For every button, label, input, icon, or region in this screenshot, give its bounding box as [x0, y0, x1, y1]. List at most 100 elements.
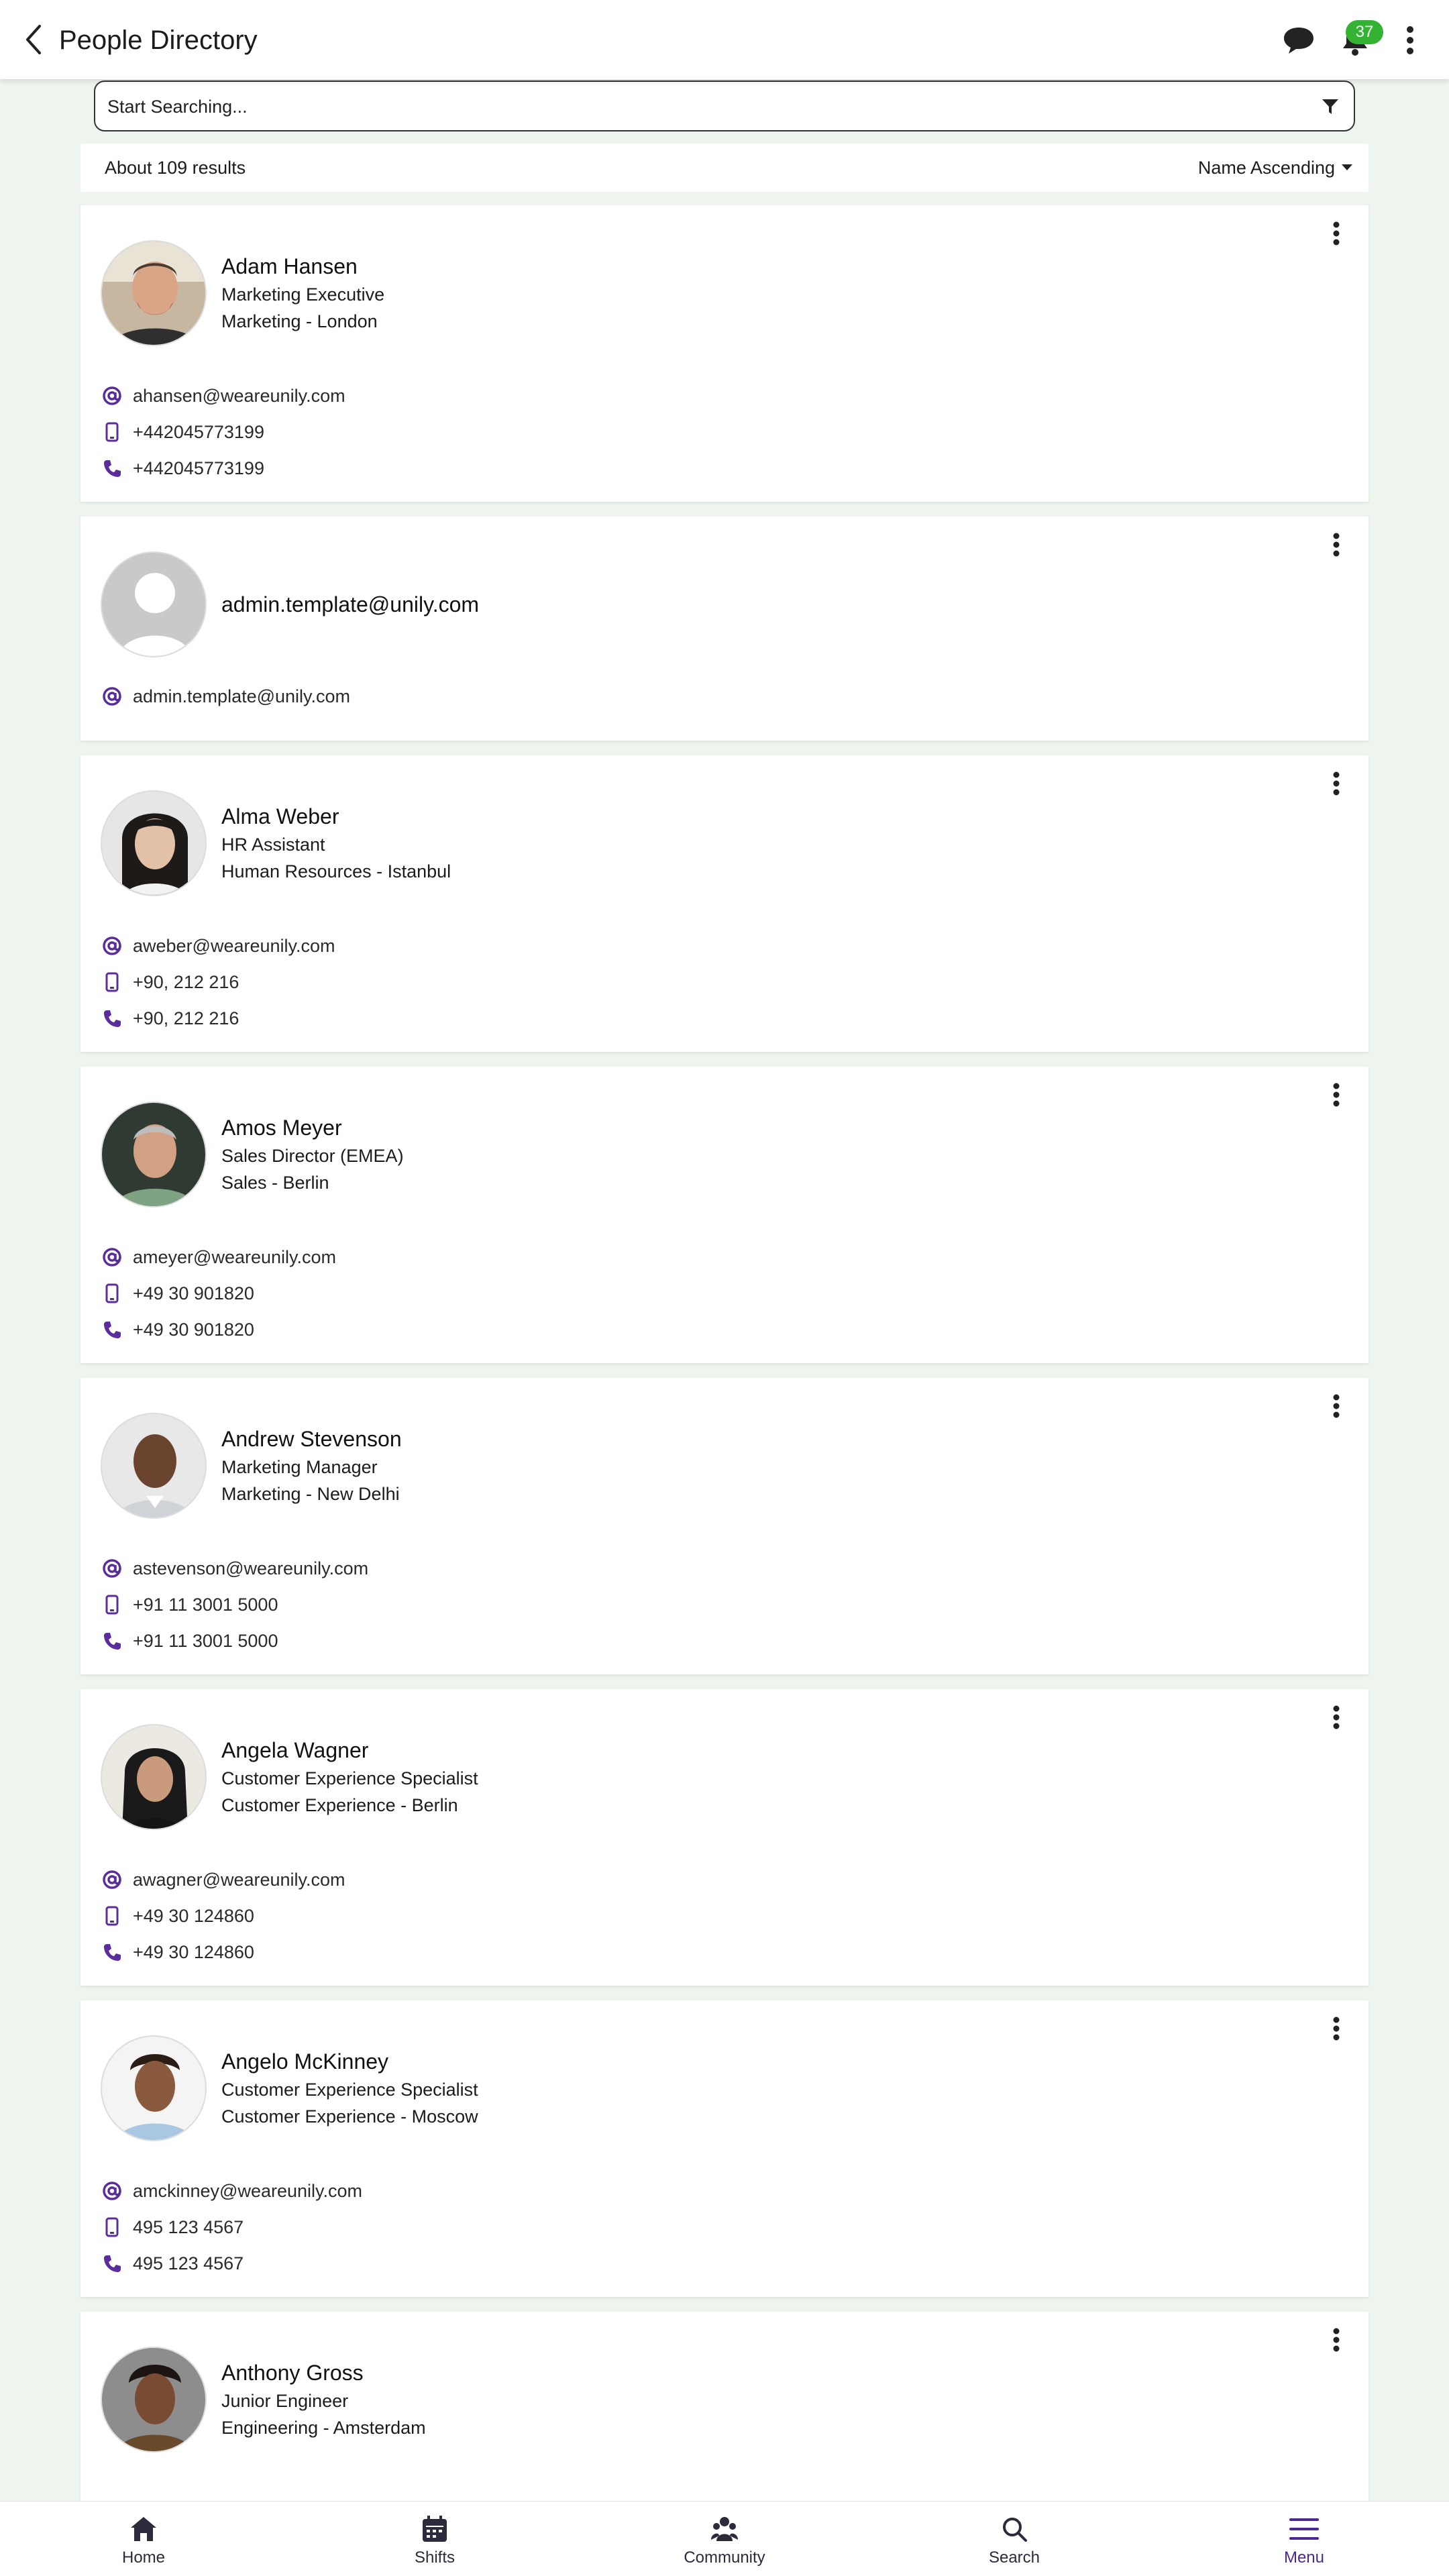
more-options-button[interactable]: [1390, 20, 1430, 60]
filter-button[interactable]: [1313, 90, 1347, 123]
phone-icon: [101, 1318, 123, 1341]
nav-menu-label: Menu: [1283, 2548, 1325, 2567]
mobile-link[interactable]: +90, 212 216: [133, 972, 239, 993]
more-vertical-icon: [1407, 26, 1413, 54]
card-more-button[interactable]: [1323, 220, 1350, 247]
person-card: Alma Weber HR Assistant Human Resources …: [80, 755, 1368, 1052]
nav-home[interactable]: Home: [76, 2502, 211, 2576]
person-role: HR Assistant: [221, 835, 325, 855]
more-vertical-icon: [1333, 533, 1340, 557]
sort-dropdown[interactable]: Name Ascending: [1198, 156, 1352, 180]
card-more-button[interactable]: [1323, 531, 1350, 558]
person-name[interactable]: Angela Wagner: [221, 1736, 368, 1764]
email-row: amckinney@weareunily.com: [101, 2178, 362, 2204]
email-row: awagner@weareunily.com: [101, 1866, 345, 1893]
community-icon: [711, 2517, 738, 2541]
person-department: Sales - Berlin: [221, 1173, 329, 1193]
person-name[interactable]: Adam Hansen: [221, 252, 358, 280]
hamburger-menu-icon: [1289, 2518, 1319, 2540]
person-card: Angelo McKinney Customer Experience Spec…: [80, 2000, 1368, 2297]
person-name[interactable]: Angelo McKinney: [221, 2047, 388, 2076]
mobile-row: +90, 212 216: [101, 969, 239, 996]
phone-icon: [101, 1941, 123, 1964]
person-name[interactable]: admin.template@unily.com: [221, 590, 479, 619]
at-icon: [101, 685, 123, 708]
avatar[interactable]: [101, 790, 207, 896]
email-link[interactable]: amckinney@weareunily.com: [133, 2181, 362, 2202]
phone-link[interactable]: +442045773199: [133, 458, 264, 479]
phone-link[interactable]: 495 123 4567: [133, 2253, 244, 2274]
card-more-button[interactable]: [1323, 770, 1350, 797]
person-card: Amos Meyer Sales Director (EMEA) Sales -…: [80, 1067, 1368, 1363]
at-icon: [101, 1246, 123, 1269]
avatar-placeholder[interactable]: [101, 551, 207, 657]
back-button[interactable]: [15, 20, 52, 59]
mobile-link[interactable]: +49 30 124860: [133, 1906, 254, 1927]
email-link[interactable]: admin.template@unily.com: [133, 686, 350, 707]
card-more-button[interactable]: [1323, 2015, 1350, 2042]
nav-shifts[interactable]: Shifts: [368, 2502, 502, 2576]
mobile-link[interactable]: +442045773199: [133, 422, 264, 443]
avatar[interactable]: [101, 1724, 207, 1830]
email-link[interactable]: ahansen@weareunily.com: [133, 386, 345, 407]
card-more-button[interactable]: [1323, 1081, 1350, 1108]
more-vertical-icon: [1333, 771, 1340, 796]
person-role: Customer Experience Specialist: [221, 1768, 478, 1788]
person-role: Marketing Manager: [221, 1457, 378, 1477]
more-vertical-icon: [1333, 2017, 1340, 2041]
nav-search[interactable]: Search: [947, 2502, 1081, 2576]
phone-icon: [101, 457, 123, 480]
person-name[interactable]: Anthony Gross: [221, 2359, 364, 2387]
phone-link[interactable]: +49 30 124860: [133, 1942, 254, 1963]
avatar[interactable]: [101, 1413, 207, 1519]
email-row: ameyer@weareunily.com: [101, 1244, 336, 1271]
card-more-button[interactable]: [1323, 1393, 1350, 1419]
person-department: Engineering - Amsterdam: [221, 2418, 426, 2438]
nav-search-label: Search: [988, 2548, 1040, 2567]
mobile-link[interactable]: 495 123 4567: [133, 2217, 244, 2238]
caret-down-icon: [1342, 164, 1352, 170]
phone-link[interactable]: +91 11 3001 5000: [133, 1631, 278, 1652]
avatar[interactable]: [101, 240, 207, 346]
person-name[interactable]: Alma Weber: [221, 802, 339, 830]
chat-button[interactable]: [1279, 20, 1319, 60]
mobile-icon: [101, 1282, 123, 1305]
person-department: Customer Experience - Moscow: [221, 2106, 478, 2127]
more-vertical-icon: [1333, 1083, 1340, 1107]
at-icon: [101, 1868, 123, 1891]
at-icon: [101, 934, 123, 957]
nav-community[interactable]: Community: [657, 2502, 792, 2576]
notification-badge: 37: [1346, 20, 1383, 44]
email-link[interactable]: aweber@weareunily.com: [133, 936, 335, 957]
email-link[interactable]: awagner@weareunily.com: [133, 1870, 345, 1890]
search-input[interactable]: [107, 89, 1288, 125]
avatar[interactable]: [101, 2347, 207, 2453]
nav-shifts-label: Shifts: [414, 2548, 455, 2567]
email-link[interactable]: astevenson@weareunily.com: [133, 1558, 368, 1579]
email-row: ahansen@weareunily.com: [101, 382, 345, 409]
email-row: astevenson@weareunily.com: [101, 1555, 368, 1582]
page-title: People Directory: [59, 25, 258, 55]
card-more-button[interactable]: [1323, 1704, 1350, 1731]
search-icon: [1003, 2518, 1027, 2542]
phone-row: +49 30 901820: [101, 1316, 254, 1343]
avatar[interactable]: [101, 2035, 207, 2141]
phone-link[interactable]: +90, 212 216: [133, 1008, 239, 1029]
phone-icon: [101, 1629, 123, 1652]
phone-link[interactable]: +49 30 901820: [133, 1320, 254, 1340]
mobile-icon: [101, 421, 123, 443]
card-more-button[interactable]: [1323, 2326, 1350, 2353]
chevron-left-icon: [26, 25, 41, 54]
email-link[interactable]: ameyer@weareunily.com: [133, 1247, 336, 1268]
avatar[interactable]: [101, 1102, 207, 1208]
home-icon: [131, 2517, 156, 2541]
bottom-nav: Home Shifts Community Search Menu: [0, 2501, 1449, 2576]
person-name[interactable]: Andrew Stevenson: [221, 1425, 402, 1453]
person-name[interactable]: Amos Meyer: [221, 1114, 342, 1142]
more-vertical-icon: [1333, 1705, 1340, 1729]
mobile-link[interactable]: +91 11 3001 5000: [133, 1595, 278, 1615]
person-card: Angela Wagner Customer Experience Specia…: [80, 1689, 1368, 1986]
mobile-link[interactable]: +49 30 901820: [133, 1283, 254, 1304]
nav-menu[interactable]: Menu: [1237, 2502, 1371, 2576]
person-role: Marketing Executive: [221, 284, 385, 305]
